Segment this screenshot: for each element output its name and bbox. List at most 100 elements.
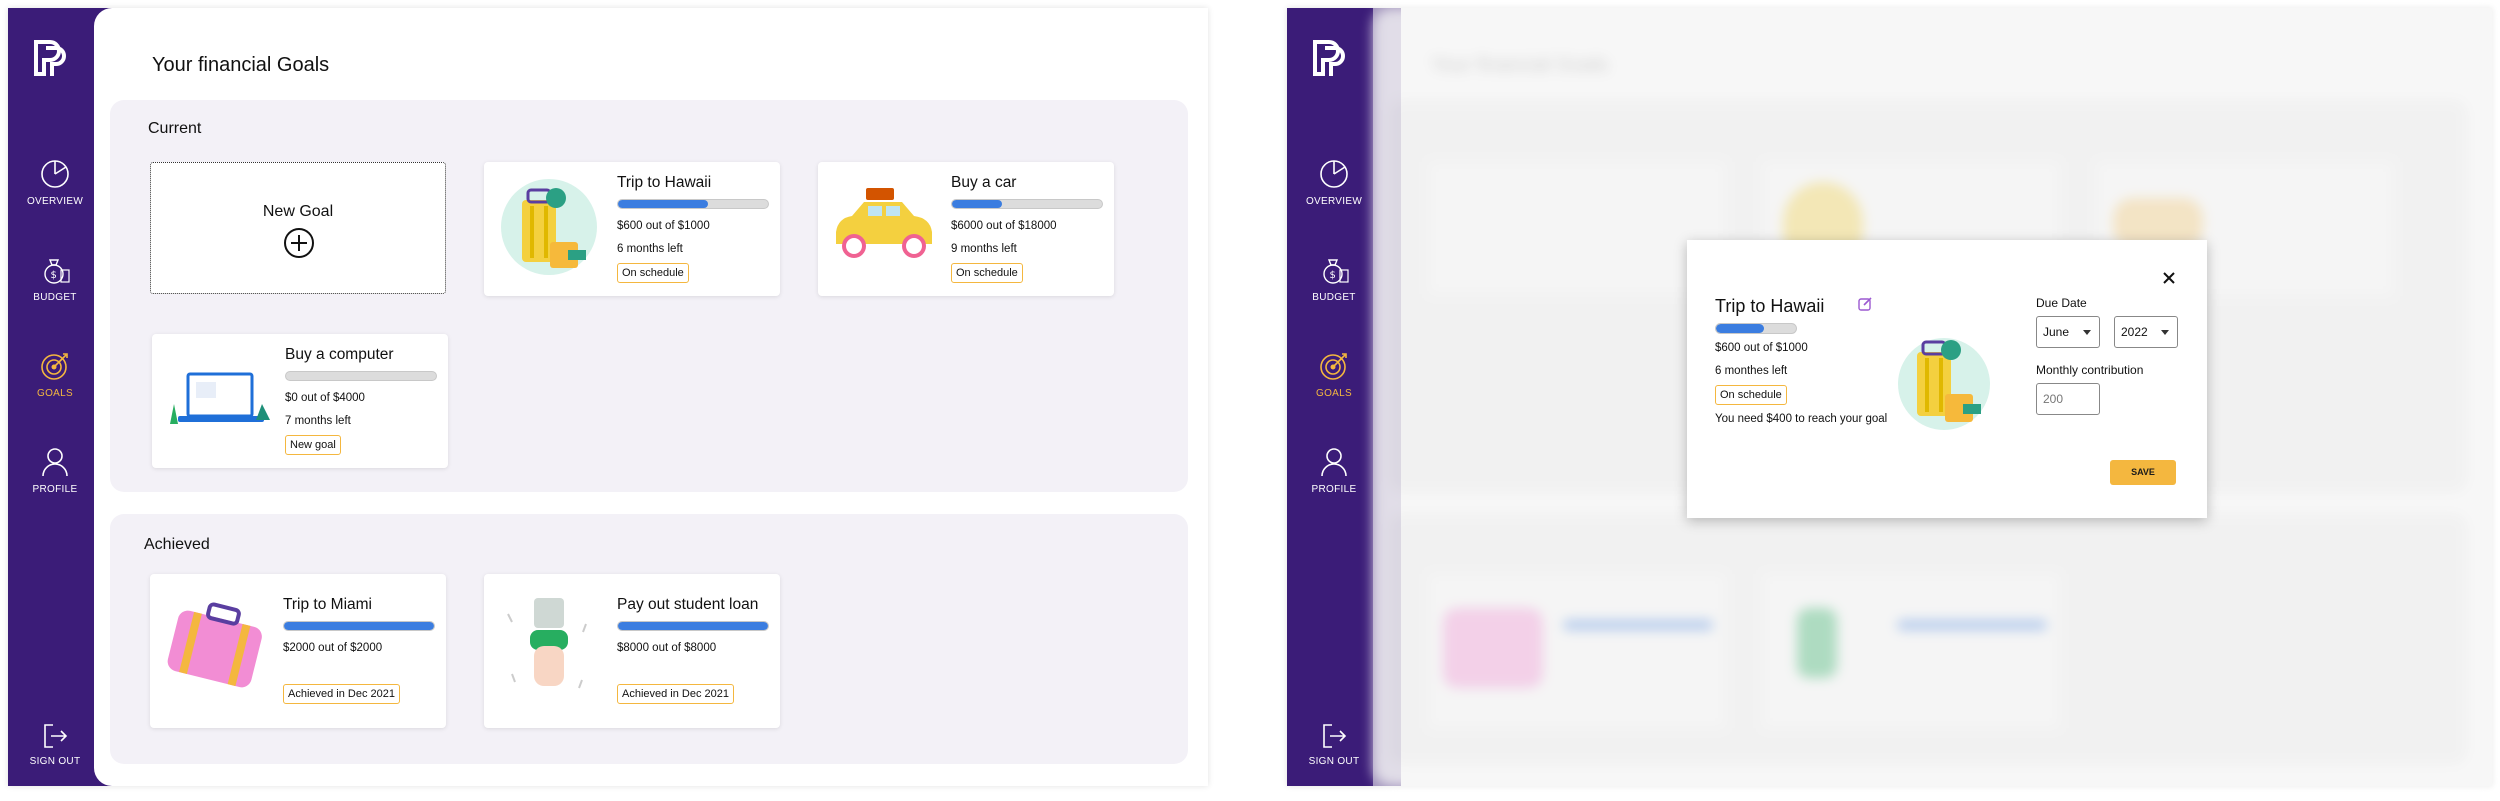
current-label: Current bbox=[148, 120, 202, 137]
close-button[interactable] bbox=[2162, 267, 2176, 289]
status-badge: On schedule bbox=[617, 263, 689, 283]
nav-profile-label: PROFILE bbox=[1311, 484, 1357, 495]
goal-title: Pay out student loan bbox=[617, 596, 759, 613]
modal-progress-fill bbox=[1716, 324, 1764, 333]
monthly-contribution-label: Monthly contribution bbox=[2036, 363, 2144, 377]
nav-sign-out[interactable]: SIGN OUT bbox=[8, 722, 102, 767]
target-icon bbox=[41, 353, 68, 380]
edit-icon[interactable] bbox=[1857, 296, 1873, 312]
goal-title: Trip to Hawaii bbox=[617, 174, 712, 191]
pie-chart-icon bbox=[41, 160, 69, 188]
sign-out-icon bbox=[44, 724, 68, 748]
year-select-value: 2022 bbox=[2121, 325, 2148, 339]
nav-profile[interactable]: PROFILE bbox=[1287, 446, 1381, 495]
monthly-contribution-input[interactable]: 200 bbox=[2036, 383, 2100, 415]
app-logo bbox=[34, 40, 66, 76]
goal-progress-bar bbox=[617, 621, 769, 631]
goal-card-computer[interactable]: Buy a computer $0 out of $4000 7 months … bbox=[152, 334, 448, 468]
goal-progress-fill bbox=[284, 622, 434, 630]
goal-card-hawaii[interactable]: Trip to Hawaii $600 out of $1000 6 month… bbox=[484, 162, 780, 296]
modal-need-text: You need $400 to reach your goal bbox=[1715, 413, 1888, 425]
chevron-down-icon bbox=[2161, 330, 2169, 335]
achieved-label: Achieved bbox=[144, 536, 210, 553]
svg-text:$: $ bbox=[51, 270, 58, 281]
goal-card-car[interactable]: Buy a car $6000 out of $18000 9 months l… bbox=[818, 162, 1114, 296]
chevron-down-icon bbox=[2083, 330, 2091, 335]
nav-overview-label: OVERVIEW bbox=[26, 196, 84, 207]
goal-title: Buy a car bbox=[951, 174, 1017, 191]
add-circle-icon bbox=[284, 228, 314, 258]
goal-progress-fill bbox=[618, 200, 708, 208]
car-illustration bbox=[836, 188, 932, 258]
goal-time-left: 6 months left bbox=[617, 243, 683, 255]
nav-profile[interactable]: PROFILE bbox=[8, 446, 102, 495]
status-badge: On schedule bbox=[951, 263, 1023, 283]
goal-progress-fill bbox=[952, 200, 1002, 208]
goal-time-left: 9 months left bbox=[951, 243, 1017, 255]
month-select[interactable]: June bbox=[2036, 316, 2100, 348]
goal-amount: $600 out of $1000 bbox=[617, 220, 710, 232]
nav-budget[interactable]: $ BUDGET bbox=[8, 254, 102, 303]
nav-overview[interactable]: OVERVIEW bbox=[1287, 158, 1381, 207]
sidebar: OVERVIEW $ BUDGET GOALS PROFILE SIGN OUT bbox=[8, 8, 122, 786]
month-select-value: June bbox=[2043, 325, 2070, 339]
goal-progress-bar bbox=[617, 199, 769, 209]
goal-title: Buy a computer bbox=[285, 346, 394, 363]
goal-time-left: 7 months left bbox=[285, 415, 351, 427]
nav-sign-out-label: SIGN OUT bbox=[29, 756, 81, 767]
luggage-illustration bbox=[501, 179, 597, 275]
new-goal-button[interactable]: New Goal bbox=[150, 162, 446, 294]
nav-sign-out[interactable]: SIGN OUT bbox=[1287, 722, 1381, 767]
goal-card-miami[interactable]: Trip to Miami $2000 out of $2000 Achieve… bbox=[150, 574, 446, 728]
handcuffs-illustration bbox=[507, 598, 587, 689]
money-bag-icon: $ bbox=[1323, 259, 1349, 284]
year-select[interactable]: 2022 bbox=[2114, 316, 2178, 348]
app-logo bbox=[1313, 40, 1345, 76]
suitcase-illustration bbox=[167, 602, 262, 688]
goal-title: Trip to Miami bbox=[283, 596, 372, 613]
user-icon bbox=[1321, 448, 1347, 477]
edit-goal-modal: Trip to Hawaii $600 out of $1000 6 month… bbox=[1687, 240, 2207, 518]
luggage-illustration bbox=[1898, 338, 1990, 430]
goal-amount: $6000 out of $18000 bbox=[951, 220, 1057, 232]
modal-time-left: 6 monthes left bbox=[1715, 365, 1788, 377]
status-badge: Achieved in Dec 2021 bbox=[283, 684, 401, 704]
goals-screen: OVERVIEW $ BUDGET GOALS PROFILE SIGN OUT… bbox=[8, 8, 1208, 786]
nav-budget-label: BUDGET bbox=[33, 292, 77, 303]
modal-progress-bar bbox=[1715, 323, 1797, 334]
new-goal-label: New Goal bbox=[262, 203, 334, 220]
goal-progress-bar bbox=[951, 199, 1103, 209]
save-button[interactable]: SAVE bbox=[2110, 460, 2176, 485]
nav-budget-label: BUDGET bbox=[1312, 292, 1356, 303]
nav-overview-label: OVERVIEW bbox=[1305, 196, 1363, 207]
due-date-label: Due Date bbox=[2036, 296, 2087, 310]
nav-overview[interactable]: OVERVIEW bbox=[8, 158, 102, 207]
sidebar: OVERVIEW $ BUDGET GOALS PROFILE SIGN OUT bbox=[1287, 8, 1401, 786]
close-icon bbox=[2163, 272, 2175, 284]
nav-goals-label: GOALS bbox=[37, 388, 73, 399]
goal-card-student-loan[interactable]: Pay out student loan $8000 out of $8000 … bbox=[484, 574, 780, 728]
nav-goals[interactable]: GOALS bbox=[8, 350, 102, 399]
sign-out-icon bbox=[1323, 724, 1347, 748]
goal-amount: $2000 out of $2000 bbox=[283, 642, 383, 654]
status-badge: Achieved in Dec 2021 bbox=[617, 684, 735, 704]
modal-amount: $600 out of $1000 bbox=[1715, 342, 1808, 354]
goal-amount: $0 out of $4000 bbox=[285, 392, 365, 404]
nav-sign-out-label: SIGN OUT bbox=[1308, 756, 1360, 767]
user-icon bbox=[42, 448, 68, 477]
money-bag-icon: $ bbox=[44, 259, 70, 284]
goal-progress-fill bbox=[618, 622, 768, 630]
goal-amount: $8000 out of $8000 bbox=[617, 642, 717, 654]
nav-goals-label: GOALS bbox=[1316, 388, 1352, 399]
modal-title: Trip to Hawaii bbox=[1715, 296, 1825, 316]
page-title: Your financial Goals bbox=[152, 54, 330, 76]
target-icon bbox=[1320, 353, 1347, 380]
nav-profile-label: PROFILE bbox=[32, 484, 78, 495]
pie-chart-icon bbox=[1320, 160, 1348, 188]
nav-budget[interactable]: $ BUDGET bbox=[1287, 254, 1381, 303]
svg-text:$: $ bbox=[1330, 270, 1337, 281]
goal-progress-bar bbox=[283, 621, 435, 631]
nav-goals[interactable]: GOALS bbox=[1287, 350, 1381, 399]
status-badge: New goal bbox=[285, 435, 341, 455]
modal-status-badge: On schedule bbox=[1715, 385, 1787, 405]
